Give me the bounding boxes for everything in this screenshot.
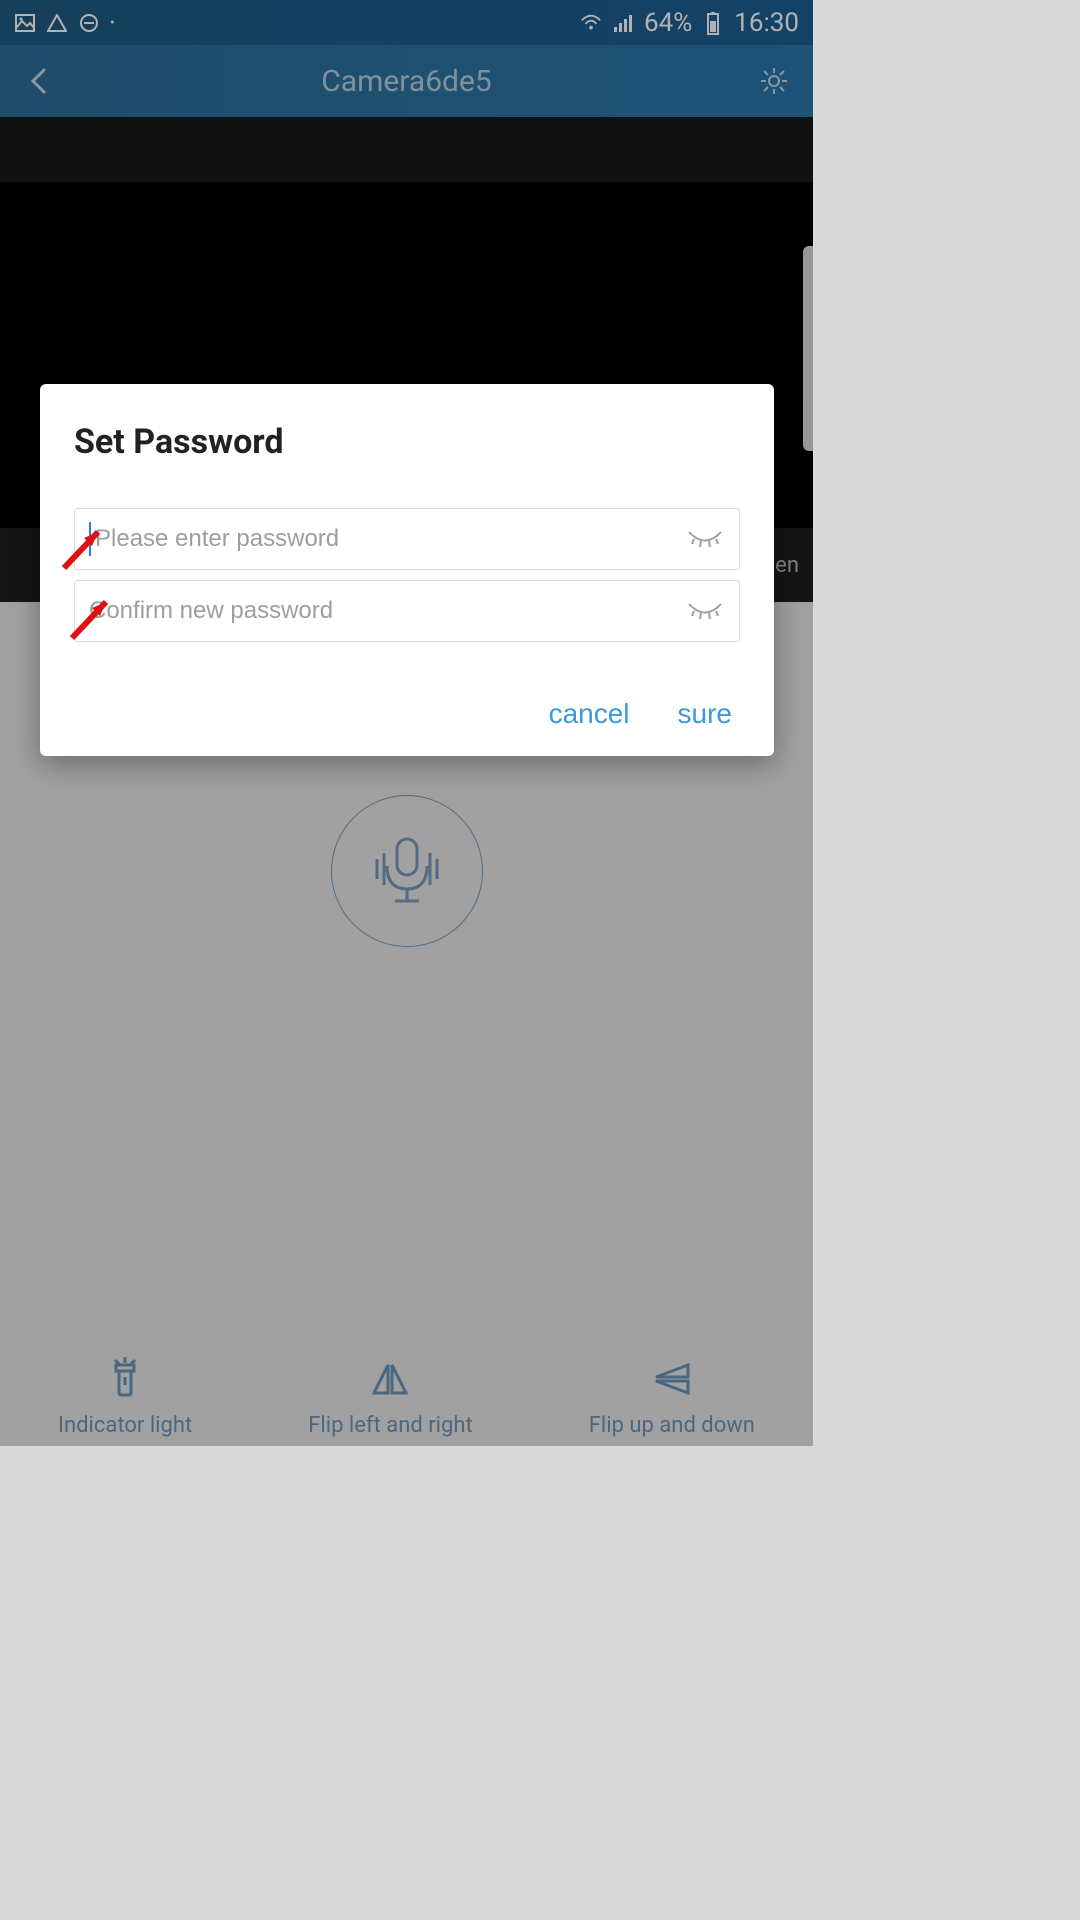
password-input[interactable] [95, 525, 685, 553]
password-field-wrapper [74, 508, 740, 570]
set-password-dialog: Set Password cancel sure [40, 384, 774, 756]
confirm-password-input[interactable] [89, 597, 685, 625]
dialog-actions: cancel sure [74, 698, 740, 730]
sure-button[interactable]: sure [678, 698, 732, 730]
text-cursor [89, 522, 91, 556]
toggle-visibility-icon[interactable] [685, 527, 725, 551]
cancel-button[interactable]: cancel [549, 698, 630, 730]
toggle-visibility-icon[interactable] [685, 599, 725, 623]
confirm-password-field-wrapper [74, 580, 740, 642]
dialog-title: Set Password [74, 422, 740, 462]
